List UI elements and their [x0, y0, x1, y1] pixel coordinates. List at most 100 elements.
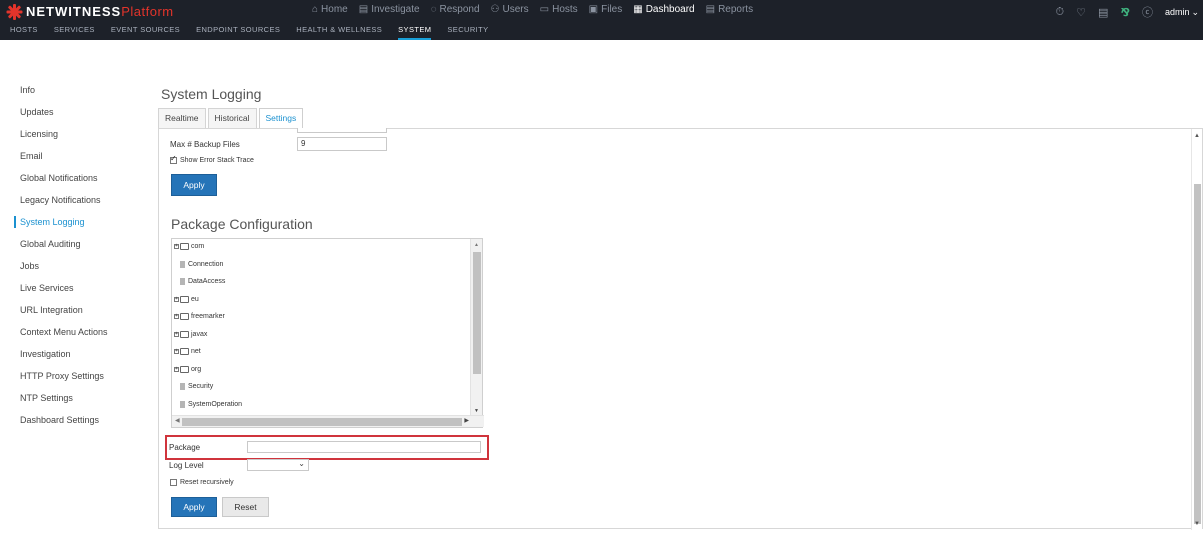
sidebar-item-context-menu-actions[interactable]: Context Menu Actions — [0, 326, 150, 348]
reports-icon: ▤ — [705, 4, 716, 15]
bell-icon[interactable]: ♡ — [1076, 6, 1086, 19]
folder-icon — [180, 313, 189, 320]
sidebar-item-legacy-notifications[interactable]: Legacy Notifications — [0, 194, 150, 216]
expand-icon[interactable]: + — [174, 331, 179, 337]
tree-node-javax[interactable]: + javax — [174, 330, 207, 338]
sidebar-item-email[interactable]: Email — [0, 150, 150, 172]
users-icon: ⚇ — [490, 4, 500, 15]
list-icon[interactable]: ▤ — [1098, 6, 1108, 19]
tree-scroll-up-icon[interactable]: ▲ — [474, 242, 479, 248]
subnav-security[interactable]: SECURITY — [447, 23, 488, 40]
scroll-down-icon[interactable]: ▼ — [1194, 521, 1200, 527]
file-icon — [180, 383, 185, 390]
max-backup-label: Max # Backup Files — [170, 139, 240, 149]
package-input[interactable] — [247, 441, 481, 453]
brand-platform: Platform — [121, 4, 174, 19]
sidebar-item-licensing[interactable]: Licensing — [0, 128, 150, 150]
max-backup-input[interactable]: 9 — [297, 137, 387, 151]
subnav-system[interactable]: SYSTEM — [398, 23, 432, 40]
nav-label: Dashboard — [645, 4, 695, 15]
expand-icon[interactable]: + — [174, 349, 179, 354]
log-level-select[interactable]: ⌄ — [247, 459, 309, 471]
sidebar-item-dashboard-settings[interactable]: Dashboard Settings — [0, 414, 150, 436]
tree-node-label: Security — [188, 383, 214, 390]
sidebar-item-jobs[interactable]: Jobs — [0, 260, 150, 282]
tree-node-dataaccess[interactable]: DataAccess — [180, 278, 225, 285]
subnav-event-sources[interactable]: EVENT SOURCES — [111, 23, 180, 40]
expand-icon[interactable]: + — [174, 296, 179, 302]
scroll-up-icon[interactable]: ▲ — [1194, 133, 1200, 139]
reset-recursively-label: Reset recursively — [180, 479, 234, 486]
page-title: System Logging — [161, 86, 262, 102]
tree-node-com[interactable]: + com — [174, 243, 204, 250]
show-error-stack-checkbox[interactable] — [170, 154, 177, 164]
investigate-icon: ▤ — [358, 4, 369, 15]
tree-node-eu[interactable]: + eu — [174, 295, 199, 303]
tree-horizontal-thumb[interactable] — [182, 418, 462, 426]
expand-icon[interactable]: + — [174, 314, 179, 319]
nav-hosts[interactable]: ▭ Hosts — [540, 4, 578, 15]
admin-tools-icon[interactable]: ⅋ — [1120, 6, 1130, 19]
tree-node-org[interactable]: + org — [174, 365, 201, 373]
tab-historical[interactable]: Historical — [207, 108, 257, 128]
subnav-services[interactable]: SERVICES — [54, 23, 95, 40]
partial-input-field[interactable] — [297, 128, 387, 133]
show-error-stack-row[interactable]: Show Error Stack Trace — [170, 154, 254, 164]
files-icon: ▣ — [588, 4, 599, 15]
sidebar-item-investigation[interactable]: Investigation — [0, 348, 150, 370]
package-reset-button[interactable]: Reset — [222, 497, 269, 517]
sidebar-item-updates[interactable]: Updates — [0, 106, 150, 128]
tree-node-net[interactable]: + net — [174, 348, 201, 355]
folder-icon — [180, 295, 189, 303]
tree-node-label: com — [191, 243, 205, 250]
tree-horizontal-scrollbar[interactable]: ◀ ▶ — [172, 415, 484, 427]
subnav-health-wellness[interactable]: HEALTH & WELLNESS — [296, 23, 382, 40]
package-apply-button[interactable]: Apply — [171, 497, 217, 517]
tree-scroll-down-icon[interactable]: ▼ — [474, 408, 479, 414]
nav-reports[interactable]: ▤ Reports — [706, 4, 753, 15]
nav-users[interactable]: ⚇ Users — [491, 4, 529, 15]
tree-scroll-left-icon[interactable]: ◀ — [175, 417, 180, 424]
tree-node-label: freemarker — [191, 313, 225, 320]
nav-investigate[interactable]: ▤ Investigate — [359, 4, 420, 15]
expand-icon[interactable]: + — [174, 366, 179, 372]
timer-icon[interactable]: ⏱ — [1055, 6, 1064, 19]
tree-node-connection[interactable]: Connection — [180, 260, 223, 268]
sidebar-item-global-notifications[interactable]: Global Notifications — [0, 172, 150, 194]
tree-node-label: SystemOperation — [188, 400, 243, 408]
nav-dashboard[interactable]: ▦ Dashboard — [633, 4, 694, 15]
sidebar-item-global-auditing[interactable]: Global Auditing — [0, 238, 150, 260]
tree-node-systemoperation[interactable]: SystemOperation — [180, 400, 243, 408]
top-navigation-primary-row: NETWITNESS Platform ⌂ Home ▤ Investigate ◌ Re… — [0, 0, 1203, 22]
tree-vertical-scrollbar[interactable]: ▲ ▼ — [470, 239, 482, 417]
tree-scroll-right-icon[interactable]: ▶ — [464, 417, 469, 424]
nav-files[interactable]: ▣ Files — [589, 4, 623, 15]
sidebar-item-url-integration[interactable]: URL Integration — [0, 304, 150, 326]
tree-node-security[interactable]: Security — [180, 383, 213, 390]
scrollbar-thumb[interactable] — [1194, 184, 1201, 524]
reset-recursively-row[interactable]: Reset recursively — [170, 479, 234, 486]
tab-settings[interactable]: Settings — [258, 108, 304, 129]
sidebar-item-live-services[interactable]: Live Services — [0, 282, 150, 304]
brand-name: NETWITNESS — [26, 4, 122, 19]
sidebar-item-system-logging[interactable]: System Logging — [0, 216, 150, 238]
netwitness-logo[interactable]: NETWITNESS Platform — [6, 3, 174, 20]
tree-node-freemarker[interactable]: + freemarker — [174, 313, 225, 320]
tree-vertical-thumb[interactable] — [473, 252, 481, 374]
dashboard-icon: ▦ — [633, 4, 643, 15]
tab-realtime[interactable]: Realtime — [158, 108, 206, 128]
nav-respond[interactable]: ◌ Respond — [431, 4, 480, 15]
sidebar-item-info[interactable]: Info — [0, 84, 150, 106]
help-icon[interactable]: ⓒ — [1142, 4, 1153, 20]
expand-icon[interactable]: + — [174, 244, 179, 249]
package-configuration-title: Package Configuration — [171, 216, 313, 232]
subnav-hosts[interactable]: HOSTS — [10, 23, 38, 40]
sidebar-item-http-proxy-settings[interactable]: HTTP Proxy Settings — [0, 370, 150, 392]
subnav-endpoint-sources[interactable]: ENDPOINT SOURCES — [196, 23, 280, 40]
panel-scrollbar[interactable]: ▲ ▼ — [1191, 129, 1202, 530]
sidebar-item-ntp-settings[interactable]: NTP Settings — [0, 392, 150, 414]
reset-recursively-checkbox[interactable] — [170, 479, 177, 486]
settings-apply-button[interactable]: Apply — [171, 174, 217, 196]
user-menu[interactable]: admin ⌄ — [1165, 7, 1199, 18]
nav-home[interactable]: ⌂ Home — [312, 4, 348, 15]
